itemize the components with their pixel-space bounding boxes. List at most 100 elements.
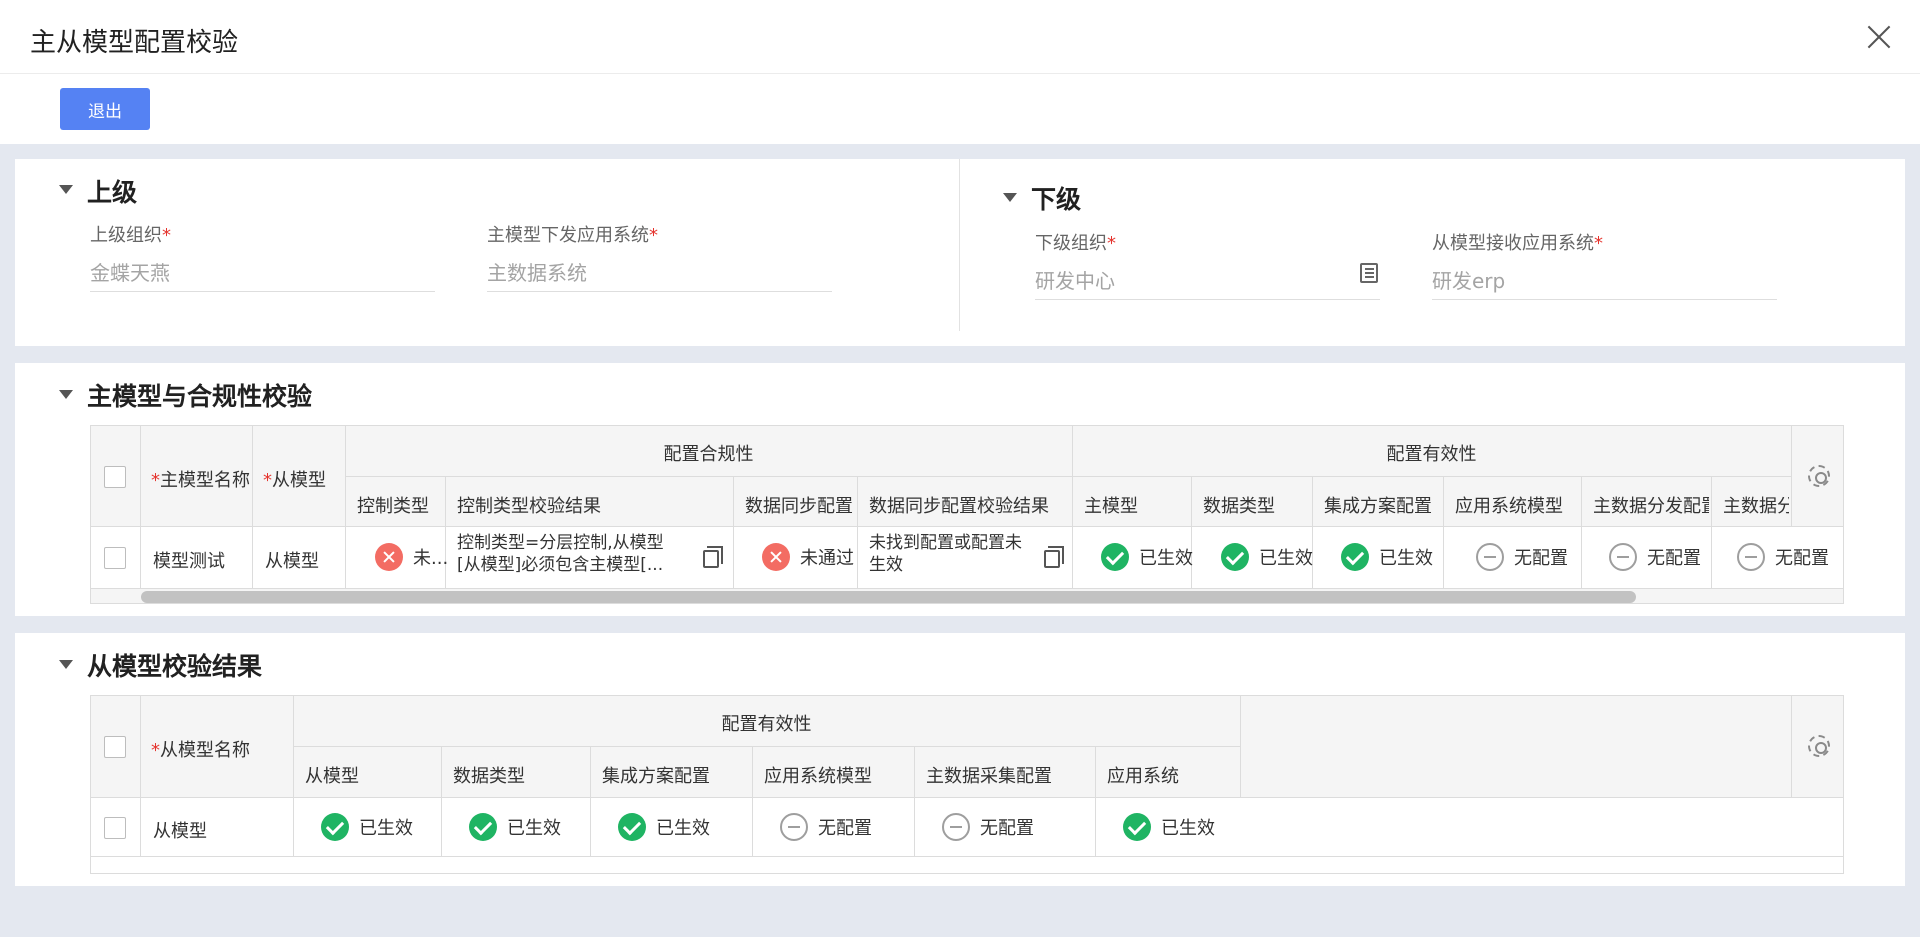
section3-title: 从模型校验结果: [87, 652, 263, 681]
sub-model-table: *从模型名称 配置有效性 从模型 数据类型 集成方案配置 应用系统模型 主数据采…: [90, 695, 1844, 874]
check-icon: [1101, 543, 1129, 571]
minus-circle-icon: [1737, 543, 1765, 571]
col-app-system[interactable]: 应用系统: [1107, 762, 1237, 788]
close-icon[interactable]: [1866, 24, 1892, 50]
status-fail: 未通过: [762, 543, 854, 571]
status-none: 无配置: [780, 813, 872, 841]
col-main-model[interactable]: 主模型: [1084, 492, 1184, 518]
group-validity: 配置有效性: [1386, 444, 1477, 465]
settings-gear-icon[interactable]: [1808, 465, 1830, 487]
upper-sys-label: 主模型下发应用系统: [487, 225, 649, 246]
lower-org-field[interactable]: 下级组织* 研发中心: [1035, 229, 1380, 300]
cell-control-result: 控制类型=分层控制,从模型[从模型]必须包含主模型[...: [457, 533, 664, 575]
check-icon: [469, 813, 497, 841]
minus-circle-icon: [1476, 543, 1504, 571]
col-data-type[interactable]: 数据类型: [1203, 492, 1308, 518]
minus-circle-icon: [780, 813, 808, 841]
col-app-model[interactable]: 应用系统模型: [764, 762, 909, 788]
status-none: 无配置: [942, 813, 1034, 841]
copy-icon[interactable]: [1044, 546, 1064, 568]
minus-circle-icon: [1609, 543, 1637, 571]
collapse-caret-icon[interactable]: [59, 660, 73, 669]
minus-circle-icon: [942, 813, 970, 841]
fail-icon: [375, 543, 403, 571]
check-icon: [1221, 543, 1249, 571]
check-icon: [321, 813, 349, 841]
section2-title: 主模型与合规性校验: [87, 382, 313, 411]
status-ok: 已生效: [1341, 543, 1433, 571]
cell-sub-name: 从模型: [153, 821, 207, 842]
required-mark: *: [1594, 233, 1603, 254]
row-checkbox[interactable]: [104, 547, 126, 569]
list-select-icon[interactable]: [1360, 263, 1378, 283]
col-integration[interactable]: 集成方案配置: [1324, 492, 1441, 518]
collapse-caret-icon[interactable]: [59, 185, 73, 194]
dialog-title: 主从模型配置校验: [30, 28, 239, 58]
status-fail: 未...: [375, 543, 448, 571]
status-ok: 已生效: [1101, 543, 1193, 571]
lower-title: 下级: [1031, 185, 1082, 214]
lower-sys-value: 研发erp: [1432, 269, 1506, 293]
col-data-type[interactable]: 数据类型: [453, 762, 583, 788]
settings-gear-icon[interactable]: [1808, 735, 1830, 757]
cell-sync-result: 未找到配置或配置未生效: [869, 533, 1022, 575]
col-last[interactable]: 主数据分: [1723, 492, 1789, 518]
copy-icon[interactable]: [703, 546, 723, 568]
lower-sys-label: 从模型接收应用系统: [1432, 233, 1594, 254]
collapse-caret-icon[interactable]: [59, 390, 73, 399]
upper-org-label: 上级组织: [90, 225, 162, 246]
upper-org-field[interactable]: 上级组织* 金蝶天燕: [90, 221, 435, 292]
check-icon: [1123, 813, 1151, 841]
status-ok: 已生效: [618, 813, 710, 841]
select-all-checkbox[interactable]: [104, 466, 126, 488]
panel-divider: [959, 159, 960, 331]
col-app-model[interactable]: 应用系统模型: [1455, 492, 1579, 518]
col-dist[interactable]: 主数据分发配置: [1593, 492, 1709, 518]
col-main-name[interactable]: *主模型名称: [151, 466, 251, 492]
col-sub-model[interactable]: 从模型: [305, 762, 435, 788]
status-none: 无配置: [1476, 543, 1568, 571]
scrollbar-thumb[interactable]: [141, 591, 1636, 603]
upper-org-value: 金蝶天燕: [90, 261, 170, 285]
status-ok: 已生效: [321, 813, 413, 841]
collapse-caret-icon[interactable]: [1003, 193, 1017, 202]
col-control-result[interactable]: 控制类型校验结果: [457, 492, 727, 518]
exit-button[interactable]: 退出: [60, 88, 150, 130]
col-sync[interactable]: 数据同步配置: [745, 492, 855, 518]
horizontal-scrollbar[interactable]: [91, 589, 1843, 603]
col-integration[interactable]: 集成方案配置: [602, 762, 747, 788]
required-mark: *: [1107, 233, 1116, 254]
check-icon: [618, 813, 646, 841]
col-sync-result[interactable]: 数据同步配置校验结果: [869, 492, 1069, 518]
sub-model-section: 从模型校验结果 *从模型名称 配置有效性 从模型 数据类型 集成方案配置 应用系…: [15, 633, 1905, 886]
main-model-section: 主模型与合规性校验 *主模型名称 *从模型 配置合规性 配置有效性 控制类型 控…: [15, 363, 1905, 616]
status-ok: 已生效: [1123, 813, 1215, 841]
check-icon: [1341, 543, 1369, 571]
select-all-checkbox[interactable]: [104, 736, 126, 758]
upper-title: 上级: [87, 178, 138, 207]
dialog-header: 主从模型配置校验: [0, 0, 1920, 74]
lower-sys-field[interactable]: 从模型接收应用系统* 研发erp: [1432, 229, 1777, 300]
group-compliance: 配置合规性: [663, 444, 754, 465]
row-checkbox[interactable]: [104, 817, 126, 839]
cell-main-name: 模型测试: [153, 551, 225, 572]
lower-org-value: 研发中心: [1035, 269, 1115, 293]
lower-org-label: 下级组织: [1035, 233, 1107, 254]
cell-sub: 从模型: [265, 551, 319, 572]
group-validity: 配置有效性: [721, 714, 812, 735]
toolbar: 退出: [0, 74, 1920, 144]
fail-icon: [762, 543, 790, 571]
org-panel: 上级 上级组织* 金蝶天燕 主模型下发应用系统* 主数据系统 下级 下级组织* …: [15, 159, 1905, 346]
status-ok: 已生效: [469, 813, 561, 841]
upper-sys-value: 主数据系统: [487, 261, 587, 285]
required-mark: *: [649, 225, 658, 246]
status-none: 无配置: [1737, 543, 1829, 571]
col-control-type[interactable]: 控制类型: [357, 492, 443, 518]
status-none: 无配置: [1609, 543, 1701, 571]
col-sub-name[interactable]: *从模型名称: [151, 736, 291, 762]
upper-sys-field[interactable]: 主模型下发应用系统* 主数据系统: [487, 221, 832, 292]
required-mark: *: [162, 225, 171, 246]
col-sub[interactable]: *从模型: [263, 466, 343, 492]
col-collect[interactable]: 主数据采集配置: [926, 762, 1091, 788]
status-ok: 已生效: [1221, 543, 1313, 571]
